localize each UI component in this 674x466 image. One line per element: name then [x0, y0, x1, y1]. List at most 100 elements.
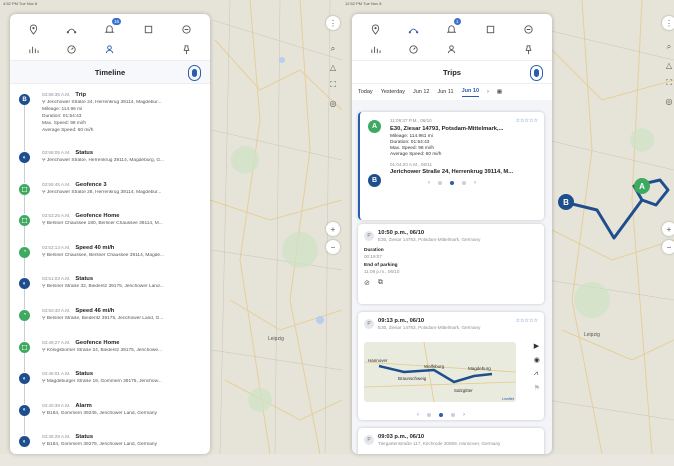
pushpin-icon [525, 44, 532, 54]
event-detail: Average Speed: 60 mi/h [42, 128, 94, 133]
event-icon: ◐ [19, 404, 30, 416]
zoom-in-button[interactable]: + [326, 222, 340, 236]
timeline-entry[interactable]: ⬚ 03:55:45 A.M. Geofence 3 ⚲ Jerichower Str… [14, 182, 204, 215]
nav-user[interactable] [91, 42, 129, 56]
tab-jun11[interactable]: Jun 11 [437, 89, 453, 95]
event-address: ⚲ Jerichower Straße 24, Herrenkrug 39114… [42, 100, 162, 105]
panel-header: Timeline [10, 60, 210, 84]
trip-card-2[interactable]: P 09:13 p.m., 06/10 ☆☆☆☆☆ E30, Ziesar 147… [358, 312, 544, 420]
chevron-right-icon[interactable]: › [487, 89, 489, 95]
copy-icon[interactable]: ⧉ [378, 279, 383, 287]
nav-location[interactable] [14, 22, 52, 36]
timeline-entry[interactable]: ◔ 03:52:13 A.M. Speed 40 mi/h ⚲ Berliner Ch… [14, 245, 204, 278]
event-time: 03:53:25 A.M. [42, 213, 71, 219]
menu-button-right[interactable]: ⋮ [662, 16, 674, 30]
fit-bounds-button[interactable]: ⛶ [326, 78, 340, 92]
timeline-entry[interactable]: ⬚ 03:53:25 A.M. Geofence Home ⚲ Berliner Ch… [14, 213, 204, 246]
nav-user-right[interactable] [433, 42, 471, 56]
phone-toggle-button-right[interactable] [530, 65, 543, 81]
search-button-right[interactable]: ⌕ [662, 40, 674, 54]
menu-button[interactable]: ⋮ [326, 16, 340, 30]
timeline-entry[interactable]: ◐ 03:40:38 A.M. Alarm ⚲ B184, Gommern 39245… [14, 403, 204, 436]
tab-today[interactable]: Today [358, 89, 373, 95]
trip2-address: E30, Ziesar 14793, Potsdam-Mittelmark, G… [378, 325, 481, 330]
play-icon[interactable]: ▶ [534, 342, 540, 350]
nav-notifications-right[interactable]: 1 [433, 18, 471, 36]
nav-speed-right[interactable] [394, 42, 432, 56]
trip-start-time: 11:09:37 P.M., 06/10 [390, 118, 432, 123]
zoom-in-button-right[interactable]: + [662, 222, 674, 236]
event-icon: ◐ [19, 152, 30, 163]
fit-bounds-button-right[interactable]: ⛶ [662, 76, 674, 90]
layers-button-right[interactable]: △ [662, 58, 674, 72]
trip-duration: Duration: 01:54:43 [390, 140, 430, 145]
user-icon [106, 44, 114, 53]
event-type: Geofence Home [75, 339, 120, 346]
prev-icon[interactable]: ‹ [417, 412, 419, 418]
nav-notifications[interactable]: 16 [91, 18, 129, 36]
mini-map-attribution[interactable]: Leaflet [502, 396, 514, 401]
trip-end-time: 01:04:20 A.M., 06/11 [390, 162, 433, 167]
timeline-entry[interactable]: ◐ 03:51:03 A.M. Status ⚲ Berliner Straße 32… [14, 276, 204, 309]
event-time: 03:56:05 A.M. [42, 150, 71, 155]
timeline-entry[interactable]: ◐ 03:46:01 A.M. Status ⚲ Magdeburger Straße… [14, 371, 204, 404]
timeline-entry[interactable]: ◔ 03:50:40 A.M. Speed 46 mi/h ⚲ Berliner St… [14, 308, 204, 341]
nav-geofence[interactable] [129, 22, 167, 36]
parking-card[interactable]: P 10:50 p.m., 06/10 E30, Ziesar 14793, P… [358, 224, 544, 304]
zoom-out-button[interactable]: − [326, 240, 340, 254]
trip-start-address: E30, Ziesar 14793, Potsdam-Mittelmark,..… [390, 126, 504, 132]
event-address: ⚲ B184, Gommern 39279, Jerichower Land, … [42, 442, 157, 448]
nav-stats-right[interactable] [356, 42, 394, 56]
event-icon: B [19, 94, 30, 105]
calendar-icon[interactable]: ▦ [497, 89, 502, 95]
nav-more-right[interactable] [510, 22, 548, 36]
locate-button[interactable]: ◎ [326, 96, 340, 110]
trip2-mini-map[interactable]: Hannover Wolfsburg Braunschweig Magdebur… [364, 342, 516, 402]
nav-speed[interactable] [52, 42, 90, 56]
zoom-out-button-right[interactable]: − [662, 240, 674, 254]
event-address: ⚲ Berliner Straße, Biederitz 39175, Jeri… [42, 315, 164, 321]
timeline-entry[interactable]: B 03:56:35 A.M. Trip ⚲ Jerichower Straße 24… [14, 92, 204, 151]
page-title-right: Trips [443, 67, 461, 77]
nav-more[interactable] [168, 22, 206, 36]
nav-pin-right[interactable] [510, 42, 548, 56]
more-icon [524, 24, 533, 34]
replay-icon[interactable]: ◉ [534, 356, 540, 364]
event-address: ⚲ Magdeburger Straße 19, Gommern 39175, … [42, 379, 162, 385]
nav-route[interactable] [52, 22, 90, 36]
rating-stars[interactable]: ☆☆☆☆☆ [516, 118, 538, 124]
tab-jun10[interactable]: Jun 10 [461, 88, 480, 97]
trip-end-marker[interactable]: B [558, 194, 574, 210]
navigate-icon[interactable]: ⊘ [364, 279, 370, 287]
nav-location-right[interactable] [356, 22, 394, 36]
event-address: ⚲ Jerichower Straße 28, Herrenkrug 39114… [42, 189, 162, 195]
locate-button-right[interactable]: ◎ [662, 94, 674, 108]
timeline-connector [24, 163, 25, 183]
nav-route-right[interactable] [394, 22, 432, 36]
event-time: 03:51:03 A.M. [42, 276, 71, 282]
rating-stars-2[interactable]: ☆☆☆☆☆ [516, 318, 538, 324]
layers-button[interactable]: △ [326, 60, 340, 74]
status-bar: 4:52 PM Tue Nov 8 [3, 1, 38, 6]
next-icon[interactable]: › [463, 412, 465, 418]
nav-geofence-right[interactable] [471, 22, 509, 36]
next-icon[interactable]: › [474, 180, 476, 186]
timeline-entry[interactable]: ◐ 03:56:05 A.M. Status ⚲ Jerichower Straße,… [14, 150, 204, 183]
mini-map-label: Salzgitter [454, 388, 473, 393]
search-button[interactable]: ⌕ [326, 42, 340, 56]
tab-yesterday[interactable]: Yesterday [381, 89, 405, 95]
nav-stats[interactable] [14, 42, 52, 56]
tab-jun12[interactable]: Jun 12 [413, 89, 430, 95]
bell-icon [105, 24, 115, 33]
trip-card[interactable]: A 11:09:37 P.M., 06/10 ☆☆☆☆☆ E30, Ziesar … [358, 112, 544, 220]
parking-card-2[interactable]: P 09:03 p.m., 06/10 Tiergartenstraße 117… [358, 428, 544, 454]
nav-pin[interactable] [168, 42, 206, 56]
timeline-entry[interactable]: ⬚ 03:49:27 A.M. Geofence Home ⚲ Königsborne… [14, 339, 204, 373]
chart-icon[interactable]: ⩘ [534, 370, 540, 378]
prev-icon[interactable]: ‹ [428, 180, 430, 186]
timeline-entry[interactable]: ◐ 03:35:28 A.M. Status ⚲ B184, Gommern 3927… [14, 434, 204, 466]
phone-toggle-button[interactable] [188, 65, 201, 81]
trip-start-marker[interactable]: A [634, 178, 650, 194]
event-detail: Duration: 01:54:43 [42, 114, 82, 119]
flag-icon[interactable]: ⚑ [534, 384, 540, 392]
